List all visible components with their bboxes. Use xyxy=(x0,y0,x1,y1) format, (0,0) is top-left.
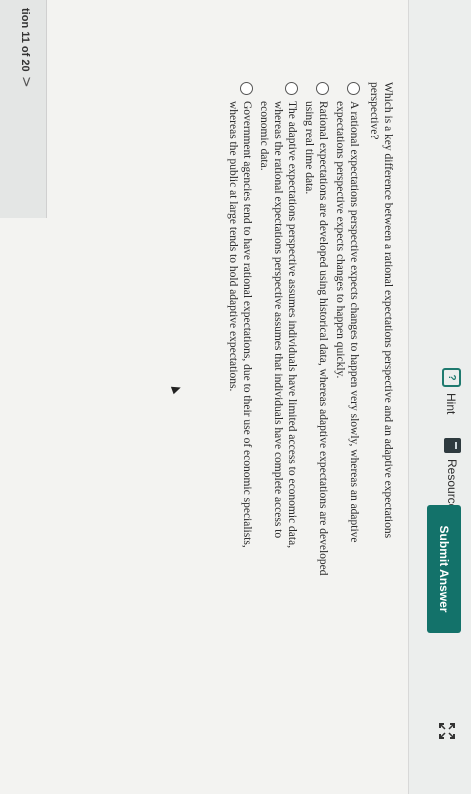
answer-option[interactable]: Government agencies tend to have rationa… xyxy=(226,82,254,582)
radio-button[interactable] xyxy=(347,82,360,95)
radio-button[interactable] xyxy=(240,82,253,95)
answer-option-text: Rational expectations are developed usin… xyxy=(303,101,329,576)
question-number: tion 11 of 20 xyxy=(19,8,31,72)
mouse-cursor-icon xyxy=(170,383,183,395)
answer-option-text: The adaptive expectations perspective as… xyxy=(258,101,298,549)
hint-label: Hint xyxy=(444,393,459,415)
answer-option-text: Government agencies tend to have rationa… xyxy=(227,101,253,548)
question-page: Resources ? Hint Submit Answer tion 11 o… xyxy=(0,0,471,794)
hint-button[interactable]: ? Hint xyxy=(442,368,461,414)
hint-icon: ? xyxy=(442,368,461,387)
question-content: Which is a key difference between a rati… xyxy=(223,82,395,582)
submit-answer-button[interactable]: Submit Answer xyxy=(427,505,461,633)
top-toolbar: Resources ? Hint Submit Answer xyxy=(408,0,471,794)
expand-icon[interactable] xyxy=(438,722,456,740)
resources-icon xyxy=(444,438,461,453)
next-question-chevron-icon[interactable]: > xyxy=(18,76,34,88)
answer-option[interactable]: A rational expectations perspective expe… xyxy=(333,82,361,582)
answer-option[interactable]: The adaptive expectations perspective as… xyxy=(257,82,299,582)
answer-option[interactable]: Rational expectations are developed usin… xyxy=(302,82,330,582)
radio-button[interactable] xyxy=(285,82,298,95)
radio-button[interactable] xyxy=(316,82,329,95)
question-prompt: Which is a key difference between a rati… xyxy=(368,82,394,539)
question-navigator: tion 11 of 20 > xyxy=(0,0,47,218)
answer-option-text: A rational expectations perspective expe… xyxy=(334,101,360,543)
